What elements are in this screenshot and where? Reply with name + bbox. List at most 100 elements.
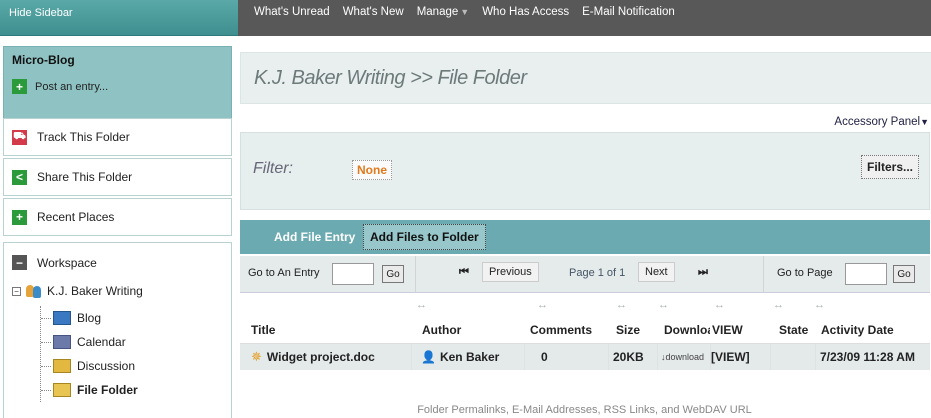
divider xyxy=(815,344,816,370)
filter-bar: Filter: None Filters... xyxy=(240,132,930,210)
folder-icon xyxy=(53,383,71,397)
sort-icon[interactable]: ↔ xyxy=(658,294,669,316)
nav-email-notification[interactable]: E-Mail Notification xyxy=(582,6,675,18)
tree-item-label: File Folder xyxy=(77,383,138,397)
nav-whats-unread[interactable]: What's Unread xyxy=(254,6,330,18)
blog-icon xyxy=(53,311,71,325)
tree-item-file-folder[interactable]: File Folder xyxy=(41,378,223,402)
goto-page-go-button[interactable]: Go xyxy=(893,265,915,283)
row-state xyxy=(779,344,813,370)
page-info: Page 1 of 1 xyxy=(569,267,626,279)
track-icon: ⛟ xyxy=(12,129,27,145)
row-title-text: Widget project.doc xyxy=(266,350,375,364)
footer-links[interactable]: Folder Permalinks, E-Mail Addresses, RSS… xyxy=(238,404,931,416)
sort-icon[interactable]: ↔ xyxy=(616,294,627,316)
filters-button[interactable]: Filters... xyxy=(860,155,919,179)
file-type-icon: ✵ xyxy=(251,349,262,364)
tree-item-label: Calendar xyxy=(77,335,126,349)
collapse-icon: − xyxy=(12,255,27,270)
add-file-entry-tab[interactable]: Add File Entry xyxy=(268,224,361,250)
tree-item-label: Discussion xyxy=(77,359,136,373)
main-content: K.J. Baker Writing >> File Folder Access… xyxy=(238,36,931,418)
goto-page-input[interactable] xyxy=(845,263,887,285)
people-icon xyxy=(25,284,43,298)
divider xyxy=(524,344,525,370)
divider xyxy=(415,256,416,293)
tree-item-discussion[interactable]: Discussion xyxy=(41,354,223,378)
microblog-title: Micro-Blog xyxy=(12,53,75,67)
recent-places-button[interactable]: + Recent Places xyxy=(3,198,232,236)
hide-sidebar-button[interactable]: Hide Sidebar xyxy=(0,0,238,36)
user-icon: 👤 xyxy=(421,350,436,364)
recent-places-label: Recent Places xyxy=(37,210,115,224)
nav-who-has-access[interactable]: Who Has Access xyxy=(482,6,569,18)
share-folder-button[interactable]: < Share This Folder xyxy=(3,158,232,196)
col-downloads[interactable]: Downloads xyxy=(664,316,710,343)
divider xyxy=(608,344,609,370)
tree-item-blog[interactable]: Blog xyxy=(41,306,223,330)
divider xyxy=(770,344,771,370)
workspace-header[interactable]: − Workspace xyxy=(12,255,223,270)
col-activity-date[interactable]: Activity Date xyxy=(821,316,929,343)
nav-whats-new[interactable]: What's New xyxy=(343,6,404,18)
workspace-panel: − Workspace − K.J. Baker Writing Blog Ca… xyxy=(3,242,232,418)
row-view[interactable]: [VIEW] xyxy=(711,344,767,370)
next-button[interactable]: Next xyxy=(638,262,675,282)
nav-manage-label: Manage xyxy=(416,6,459,18)
sort-icon[interactable]: ↔ xyxy=(814,294,825,316)
divider xyxy=(657,344,658,370)
goto-entry-input[interactable] xyxy=(332,263,374,285)
tree-root[interactable]: − K.J. Baker Writing xyxy=(12,284,223,298)
row-title[interactable]: ✵ Widget project.doc xyxy=(251,344,411,370)
share-icon: < xyxy=(12,169,27,185)
goto-entry-label: Go to An Entry xyxy=(248,267,320,279)
table-header: Title Author Comments Size Downloads VIE… xyxy=(240,316,930,344)
track-folder-button[interactable]: ⛟ Track This Folder xyxy=(3,118,232,156)
table-row[interactable]: ✵ Widget project.doc 👤 Ken Baker 0 20KB … xyxy=(240,344,930,370)
first-page-icon[interactable]: ⏮ xyxy=(459,266,469,279)
row-date: 7/23/09 11:28 AM xyxy=(820,350,915,364)
plus-icon: + xyxy=(12,209,27,225)
discussion-icon xyxy=(53,359,71,373)
sidebar: Micro-Blog + Post an entry... ⛟ Track Th… xyxy=(0,36,238,418)
sort-icon[interactable]: ↔ xyxy=(416,294,427,316)
sort-icon[interactable]: ↔ xyxy=(773,294,784,316)
col-size[interactable]: Size xyxy=(616,316,656,343)
col-view[interactable]: VIEW xyxy=(712,316,762,343)
tree-root-label: K.J. Baker Writing xyxy=(47,284,143,298)
share-folder-label: Share This Folder xyxy=(37,170,133,184)
row-download[interactable]: ↓ download xyxy=(661,344,709,370)
row-comments: 0 xyxy=(541,350,548,364)
pager-bar: Go to An Entry Go ⏮ Previous Page 1 of 1… xyxy=(240,256,930,293)
action-tabs: Add File Entry Add Files to Folder xyxy=(240,220,930,254)
goto-entry-go-button[interactable]: Go xyxy=(382,265,404,283)
previous-button[interactable]: Previous xyxy=(482,262,539,282)
tree-children: Blog Calendar Discussion File Folder xyxy=(40,306,223,402)
filter-value[interactable]: None xyxy=(352,160,392,180)
plus-icon: + xyxy=(12,79,27,94)
post-entry-label: Post an entry... xyxy=(35,80,109,93)
col-comments[interactable]: Comments xyxy=(530,316,605,343)
col-title[interactable]: Title xyxy=(251,316,411,343)
accessory-panel-toggle[interactable]: Accessory Panel▼ xyxy=(834,116,929,128)
sort-icon[interactable]: ↔ xyxy=(537,294,548,316)
tree-item-calendar[interactable]: Calendar xyxy=(41,330,223,354)
row-size: 20KB xyxy=(613,350,644,364)
track-folder-label: Track This Folder xyxy=(37,130,130,144)
page-title: K.J. Baker Writing >> File Folder xyxy=(240,52,931,104)
calendar-icon xyxy=(53,335,71,349)
divider xyxy=(763,256,764,293)
add-files-to-folder-tab[interactable]: Add Files to Folder xyxy=(363,224,486,250)
last-page-icon[interactable]: ⏭ xyxy=(698,266,708,279)
post-entry-link[interactable]: + Post an entry... xyxy=(12,79,223,94)
sort-icon[interactable]: ↔ xyxy=(714,294,725,316)
row-author[interactable]: 👤 Ken Baker xyxy=(421,344,521,370)
filter-label: Filter: xyxy=(253,160,293,177)
workspace-label: Workspace xyxy=(37,255,97,270)
col-state[interactable]: State xyxy=(779,316,814,343)
nav-manage[interactable]: Manage ▼ xyxy=(417,6,469,18)
col-author[interactable]: Author xyxy=(422,316,532,343)
download-label: download xyxy=(665,352,705,362)
row-author-text: Ken Baker xyxy=(439,350,500,364)
tree-collapse-icon[interactable]: − xyxy=(12,286,21,296)
